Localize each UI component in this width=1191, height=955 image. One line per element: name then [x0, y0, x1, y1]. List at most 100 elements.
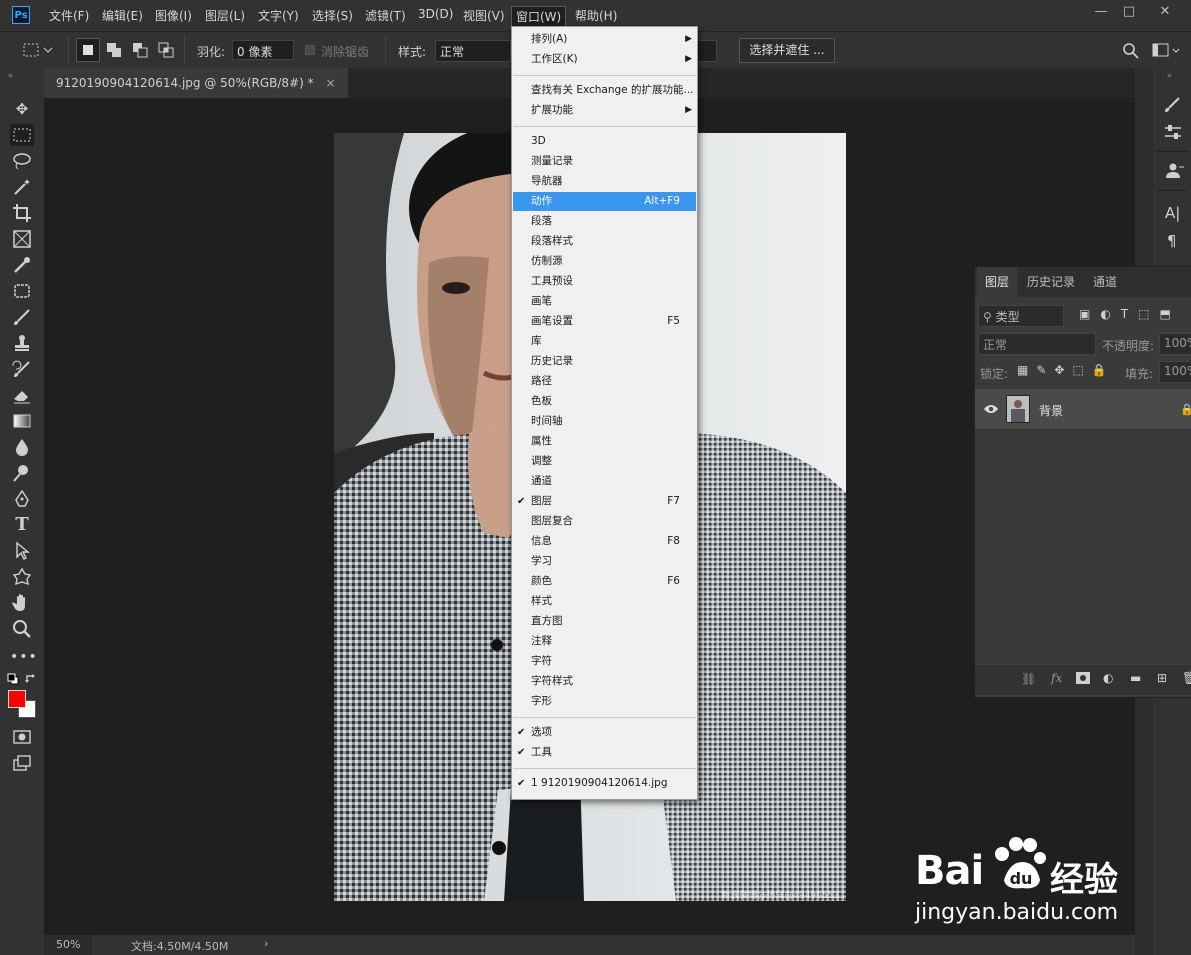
menu-edit[interactable]: 编辑(E) — [102, 7, 143, 24]
brush-tool-icon[interactable] — [10, 306, 34, 328]
character-panel-icon[interactable]: A| — [1165, 204, 1180, 222]
menu-item[interactable]: 排列(A) ▶ — [513, 30, 696, 49]
menu-item[interactable]: 路径 — [513, 372, 696, 391]
pen-tool-icon[interactable] — [10, 488, 34, 510]
menu-item[interactable]: 字形 — [513, 692, 696, 711]
add-to-selection-button[interactable] — [104, 40, 124, 60]
lasso-tool-icon[interactable] — [10, 150, 34, 172]
menu-item[interactable]: 样式 — [513, 592, 696, 611]
swap-colors-icon[interactable] — [24, 672, 38, 686]
opacity-input[interactable]: 100% — [1159, 333, 1191, 355]
adjustment-layer-icon[interactable]: ◐ — [1103, 671, 1113, 685]
adjust-panel-icon[interactable] — [1163, 122, 1183, 142]
eyedropper-tool-icon[interactable] — [10, 254, 34, 276]
menu-item[interactable]: 工作区(K) ▶ — [513, 50, 696, 69]
crop-tool-icon[interactable] — [10, 202, 34, 224]
tab-channels[interactable]: 通道 — [1085, 267, 1125, 297]
new-group-icon[interactable]: ▬ — [1130, 671, 1141, 685]
menu-item[interactable]: 画笔 — [513, 292, 696, 311]
new-selection-button[interactable] — [76, 38, 100, 62]
zoom-level[interactable]: 50% — [56, 938, 80, 951]
menu-file[interactable]: 文件(F) — [49, 7, 89, 24]
menu-item[interactable]: 导航器 — [513, 172, 696, 191]
menu-item[interactable]: 颜色 F6 — [513, 572, 696, 591]
menu-item[interactable]: ✔ 工具 — [513, 743, 696, 762]
height-input[interactable] — [697, 40, 717, 62]
menu-type[interactable]: 文字(Y) — [258, 7, 299, 24]
default-colors-icon[interactable] — [7, 673, 19, 685]
properties-panel-icon[interactable] — [1163, 161, 1185, 181]
custom-shape-tool-icon[interactable] — [10, 566, 34, 588]
menu-item[interactable]: ✔ 选项 — [513, 723, 696, 742]
menu-item[interactable]: 色板 — [513, 392, 696, 411]
menu-item[interactable]: 时间轴 — [513, 412, 696, 431]
type-tool-icon[interactable]: T — [10, 514, 34, 536]
menu-help[interactable]: 帮助(H) — [575, 7, 617, 24]
menu-item[interactable]: 历史记录 — [513, 352, 696, 371]
rect-marquee-tool-icon[interactable] — [10, 124, 34, 146]
menu-item[interactable]: 属性 — [513, 432, 696, 451]
more-tools-icon[interactable]: ••• — [10, 646, 37, 668]
menu-view[interactable]: 视图(V) — [463, 7, 505, 24]
menu-window[interactable]: 窗口(W) — [511, 6, 567, 27]
menu-item[interactable]: 仿制源 — [513, 252, 696, 271]
new-layer-icon[interactable]: ⊞ — [1157, 671, 1167, 685]
screen-mode-icon[interactable] — [10, 752, 34, 774]
select-and-mask-button[interactable]: 选择并遮住 ... — [739, 38, 835, 63]
fill-input[interactable]: 100% — [1159, 361, 1191, 383]
paragraph-panel-icon[interactable]: ¶ — [1167, 232, 1177, 250]
style-select[interactable]: 正常 — [435, 40, 511, 62]
layer-filter-icons[interactable]: ▣◐T⬚⬒ — [1079, 307, 1181, 321]
search-icon[interactable] — [1122, 42, 1140, 60]
clone-stamp-tool-icon[interactable] — [10, 332, 34, 354]
menu-item[interactable]: 扩展功能 ▶ — [513, 101, 696, 120]
quick-mask-icon[interactable] — [10, 726, 34, 748]
menu-3d[interactable]: 3D(D) — [418, 7, 453, 21]
menu-image[interactable]: 图像(I) — [155, 7, 192, 24]
zoom-tool-icon[interactable] — [10, 618, 34, 640]
fx-icon[interactable]: fx — [1051, 671, 1062, 685]
close-tab-icon[interactable]: × — [325, 76, 335, 90]
menu-select[interactable]: 选择(S) — [312, 7, 353, 24]
link-layers-icon[interactable]: ⛓ — [1021, 672, 1036, 686]
menu-item[interactable]: 字符 — [513, 652, 696, 671]
dodge-tool-icon[interactable] — [10, 462, 34, 484]
menu-item[interactable]: 工具预设 — [513, 272, 696, 291]
menu-item[interactable]: 学习 — [513, 552, 696, 571]
healing-brush-tool-icon[interactable] — [10, 280, 34, 302]
delete-layer-icon[interactable]: 🗑 — [1182, 671, 1191, 685]
antialias-checkbox[interactable] — [305, 45, 315, 55]
eraser-tool-icon[interactable] — [10, 384, 34, 406]
eye-visibility-icon[interactable] — [983, 403, 999, 415]
menu-filter[interactable]: 滤镜(T) — [365, 7, 406, 24]
tab-history[interactable]: 历史记录 — [1019, 267, 1083, 297]
menu-item[interactable]: 字符样式 — [513, 672, 696, 691]
foreground-color-swatch[interactable] — [8, 690, 26, 708]
menu-item[interactable]: 信息 F8 — [513, 532, 696, 551]
blend-mode-select[interactable]: 正常 — [978, 333, 1096, 355]
menu-item[interactable]: 3D — [513, 132, 696, 151]
expand-panels-icon[interactable]: « — [1167, 71, 1172, 80]
menu-item[interactable]: 库 — [513, 332, 696, 351]
hand-tool-icon[interactable] — [10, 592, 34, 614]
subtract-from-selection-button[interactable] — [130, 40, 150, 60]
collapse-toolbar-icon[interactable]: » — [8, 71, 13, 80]
maximize-button[interactable]: □ — [1116, 4, 1142, 22]
feather-input[interactable]: 0 像素 — [232, 40, 294, 60]
marquee-tool-preset-icon[interactable] — [22, 41, 56, 59]
menu-item[interactable]: 画笔设置 F5 — [513, 312, 696, 331]
menu-item[interactable]: 查找有关 Exchange 的扩展功能... — [513, 81, 696, 100]
menu-item[interactable]: 通道 — [513, 472, 696, 491]
menu-item[interactable]: 注释 — [513, 632, 696, 651]
layer-row-background[interactable]: 背景 🔒 — [975, 389, 1191, 429]
menu-item[interactable]: 测量记录 — [513, 152, 696, 171]
menu-item[interactable]: 调整 — [513, 452, 696, 471]
status-menu-arrow[interactable]: › — [264, 937, 268, 950]
move-tool-icon[interactable]: ✥ — [10, 98, 34, 120]
workspace-switcher-icon[interactable] — [1152, 43, 1182, 59]
minimize-button[interactable]: — — [1088, 4, 1114, 22]
tab-layers[interactable]: 图层 — [977, 267, 1018, 297]
menu-layer[interactable]: 图层(L) — [205, 7, 245, 24]
menu-item[interactable]: 直方图 — [513, 612, 696, 631]
menu-item[interactable]: ✔ 1 9120190904120614.jpg — [513, 774, 696, 793]
